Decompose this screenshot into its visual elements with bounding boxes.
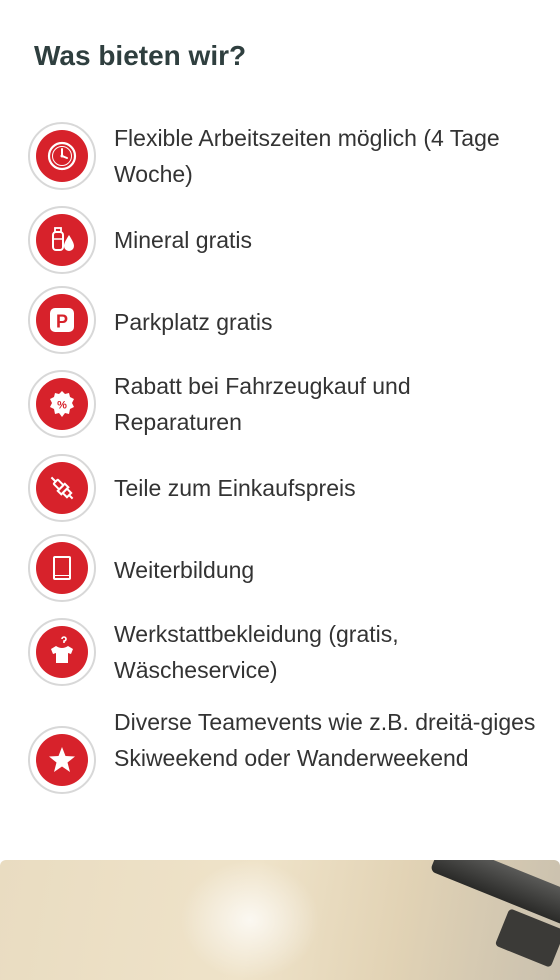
shirt-on-hanger-icon [51,636,73,663]
water-bottle-icon [52,227,74,251]
benefit-icon-badge [28,726,96,794]
benefit-icon-badge [28,454,96,522]
benefit-icon-badge [28,206,96,274]
benefit-item-parking: P Parkplatz gratis [28,286,538,356]
clock-icon [47,141,77,171]
benefit-icon-badge [28,122,96,190]
benefit-text: Werkstattbekleidung (gratis, Wäscheservi… [114,621,399,683]
benefit-text: Teile zum Einkaufspreis [114,475,356,501]
spark-plug-icon [50,476,74,500]
benefit-text: Diverse Teamevents wie z.B. dreitä-giges… [114,709,536,771]
discount-badge-icon: % [50,391,74,417]
benefit-item-flexible-hours: Flexible Arbeitszeiten möglich (4 Tage W… [28,120,538,200]
benefit-item-mineral: Mineral gratis [28,206,538,276]
benefit-icon-badge: P [28,286,96,354]
benefit-text: Weiterbildung [114,557,255,583]
star-icon [49,747,75,772]
svg-text:%: % [57,400,67,412]
parking-icon: P [50,308,74,332]
benefit-text: Mineral gratis [114,227,253,253]
benefit-text: Rabatt bei Fahrzeugkauf und Reparaturen [114,373,411,435]
section-title: Was bieten wir? [34,40,247,71]
workshop-photo [0,860,560,980]
benefit-item-discount: % Rabatt bei Fahrzeugkauf und Reparature… [28,368,538,448]
benefit-text: Flexible Arbeitszeiten möglich (4 Tage W… [114,125,500,187]
benefit-icon-badge [28,534,96,602]
benefit-item-training: Weiterbildung [28,534,538,604]
book-icon [53,556,71,580]
benefit-item-teamevents: Diverse Teamevents wie z.B. dreitä-giges… [28,704,538,816]
benefit-item-parts: Teile zum Einkaufspreis [28,454,538,524]
svg-text:P: P [56,312,68,332]
benefit-icon-badge: % [28,370,96,438]
benefit-item-workwear: Werkstattbekleidung (gratis, Wäscheservi… [28,616,538,696]
benefit-icon-badge [28,618,96,686]
benefit-text: Parkplatz gratis [114,309,273,335]
